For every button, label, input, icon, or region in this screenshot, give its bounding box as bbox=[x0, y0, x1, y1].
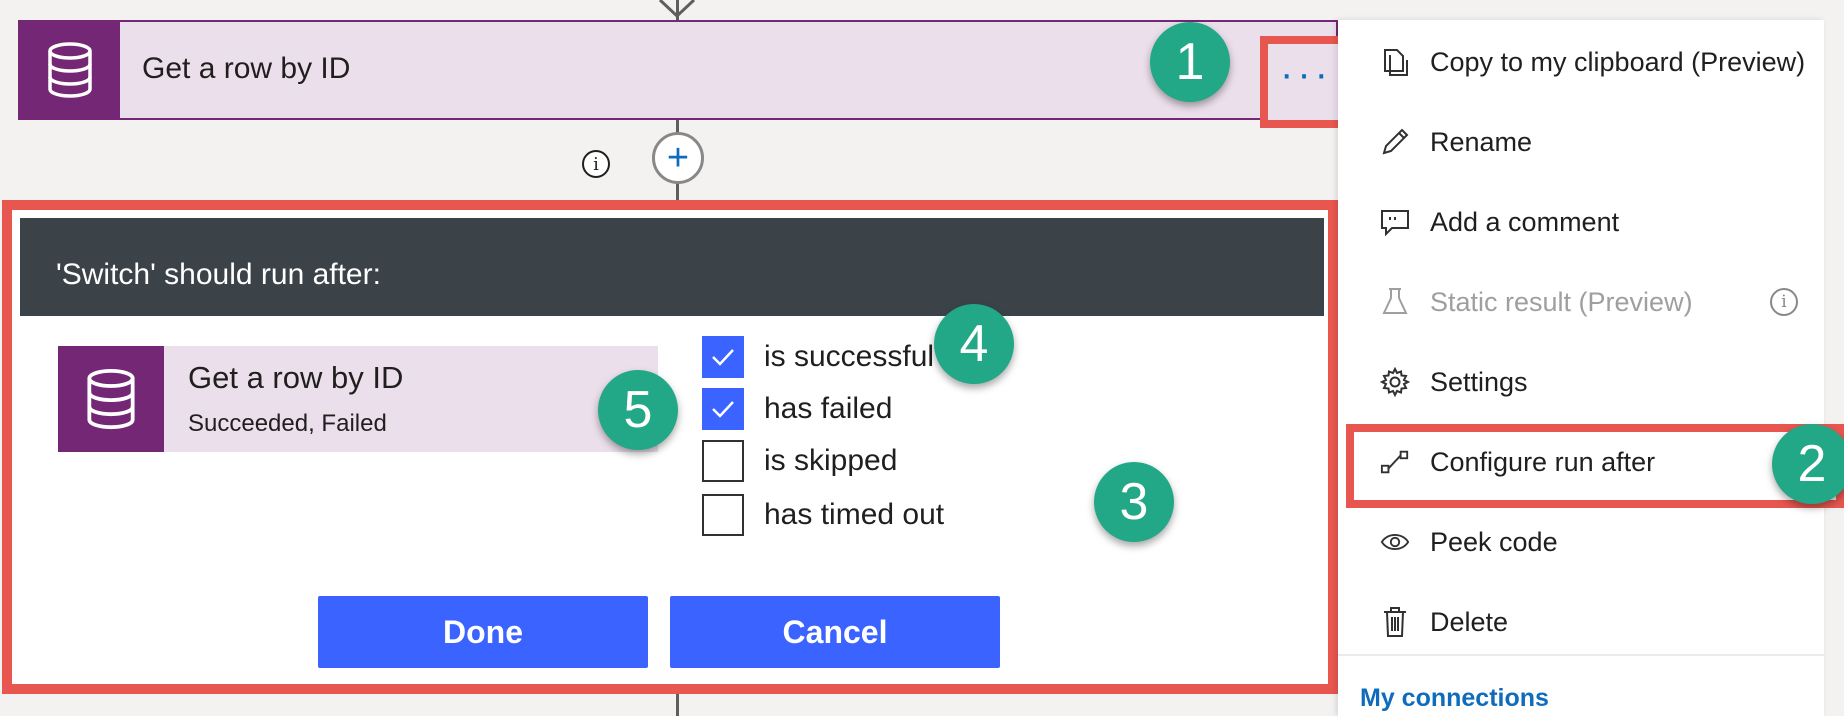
checkbox-unchecked-icon[interactable] bbox=[702, 494, 744, 536]
copy-icon bbox=[1380, 47, 1410, 77]
menu-item-label: Peek code bbox=[1430, 526, 1558, 557]
run-after-header-text: 'Switch' should run after: bbox=[56, 258, 381, 291]
menu-item-add-comment[interactable]: Add a comment bbox=[1338, 192, 1824, 252]
menu-item-label: Add a comment bbox=[1430, 206, 1620, 237]
option-label: has timed out bbox=[764, 498, 945, 531]
menu-item-static-result[interactable]: Static result (Preview) i bbox=[1338, 272, 1824, 332]
callout-3: 3 bbox=[1094, 462, 1174, 542]
menu-item-label: Rename bbox=[1430, 126, 1533, 157]
run-after-panel: 'Switch' should run after: Get a row by … bbox=[2, 200, 1338, 694]
run-after-status: Succeeded, Failed bbox=[188, 410, 387, 437]
gear-icon bbox=[1380, 367, 1410, 397]
comment-icon bbox=[1380, 207, 1410, 237]
option-is-skipped[interactable]: is skipped bbox=[702, 438, 897, 484]
option-label: has failed bbox=[764, 392, 893, 425]
done-label: Done bbox=[443, 613, 523, 650]
trash-icon bbox=[1380, 607, 1410, 637]
option-label: is skipped bbox=[764, 444, 898, 477]
flask-icon bbox=[1380, 287, 1410, 317]
configure-run-after-highlight bbox=[1346, 424, 1844, 508]
action-card[interactable]: Get a row by ID ··· bbox=[18, 20, 1352, 128]
run-after-header: 'Switch' should run after: bbox=[20, 218, 1324, 316]
option-has-failed[interactable]: has failed bbox=[702, 386, 892, 432]
option-has-timed-out[interactable]: has timed out bbox=[702, 492, 944, 538]
chevron-down-icon bbox=[658, 0, 696, 19]
callout-2: 2 bbox=[1772, 424, 1844, 504]
menu-divider bbox=[1338, 654, 1824, 656]
info-icon[interactable]: i bbox=[582, 150, 610, 178]
my-connections-link[interactable]: My connections bbox=[1360, 684, 1549, 713]
menu-item-rename[interactable]: Rename bbox=[1338, 112, 1824, 172]
option-label: is successful bbox=[764, 340, 935, 373]
cancel-button[interactable]: Cancel bbox=[670, 596, 1000, 668]
checkbox-checked-icon[interactable] bbox=[702, 388, 744, 430]
run-after-action-title: Get a row by ID bbox=[188, 360, 404, 395]
callout-1: 1 bbox=[1150, 22, 1230, 102]
action-title: Get a row by ID bbox=[142, 52, 351, 85]
dataverse-connector-icon bbox=[58, 346, 164, 452]
menu-item-label: Static result (Preview) bbox=[1430, 286, 1693, 317]
checkbox-unchecked-icon[interactable] bbox=[702, 440, 744, 482]
menu-item-copy[interactable]: Copy to my clipboard (Preview) bbox=[1338, 32, 1824, 92]
add-step-button[interactable]: + bbox=[652, 132, 704, 184]
cancel-label: Cancel bbox=[782, 613, 888, 650]
more-options-label: ··· bbox=[1280, 52, 1332, 96]
menu-item-label: Delete bbox=[1430, 606, 1509, 637]
menu-item-settings[interactable]: Settings bbox=[1338, 352, 1824, 412]
menu-item-delete[interactable]: Delete bbox=[1338, 592, 1824, 652]
callout-5: 5 bbox=[598, 370, 678, 450]
checkbox-checked-icon[interactable] bbox=[702, 336, 744, 378]
info-icon-label: i bbox=[593, 153, 599, 175]
static-result-info-icon[interactable]: i bbox=[1770, 288, 1798, 316]
eye-icon bbox=[1380, 527, 1410, 557]
dataverse-connector-icon bbox=[20, 22, 120, 118]
context-menu: Copy to my clipboard (Preview) Rename Ad… bbox=[1338, 20, 1824, 716]
callout-4: 4 bbox=[934, 304, 1014, 384]
connector-line-bottom bbox=[676, 694, 679, 716]
add-step-label: + bbox=[666, 137, 690, 179]
menu-item-peek-code[interactable]: Peek code bbox=[1338, 512, 1824, 572]
menu-item-label: Settings bbox=[1430, 366, 1528, 397]
done-button[interactable]: Done bbox=[318, 596, 648, 668]
option-is-successful[interactable]: is successful bbox=[702, 334, 934, 380]
menu-item-label: Copy to my clipboard (Preview) bbox=[1430, 46, 1806, 77]
static-result-info-label: i bbox=[1781, 292, 1787, 312]
run-after-action-card: Get a row by ID Succeeded, Failed bbox=[58, 346, 658, 452]
pencil-icon bbox=[1380, 127, 1410, 157]
